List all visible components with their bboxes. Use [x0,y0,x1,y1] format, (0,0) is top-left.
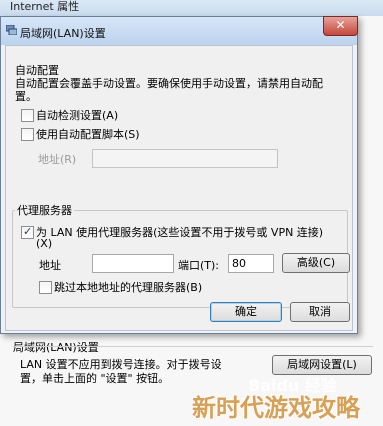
auto-config-description-line1: 自动配置会覆盖手动设置。要确保使用手动设置，请禁用自动配 [15,77,323,90]
lan-settings-dialog: 局域网(LAN)设置 ✕ 自动配置 自动配置会覆盖手动设置。要确保使用手动设置，… [0,16,358,334]
use-script-label[interactable]: 使用自动配置脚本(S) [36,126,140,142]
dialog-body: 自动配置 自动配置会覆盖手动设置。要确保使用手动设置，请禁用自动配 置。 自动检… [5,45,353,331]
use-proxy-label-line1[interactable]: 为 LAN 使用代理服务器(这些设置不用于拨号或 VPN 连接) [36,224,323,240]
bypass-local-checkbox[interactable] [39,281,52,294]
proxy-group-title: 代理服务器 [15,202,74,218]
dialog-title: 局域网(LAN)设置 [20,27,106,40]
use-proxy-checkbox[interactable] [21,225,34,239]
use-script-checkbox[interactable] [21,128,34,141]
use-proxy-label-line2[interactable]: (X) [36,237,52,250]
bypass-local-label[interactable]: 跳过本地地址的代理服务器(B) [54,279,202,295]
script-address-input[interactable] [92,149,278,168]
dialog-titlebar: 局域网(LAN)设置 ✕ [1,16,358,45]
promo-text: 新时代游戏攻略 [192,394,360,422]
cancel-button[interactable]: 取消 [290,302,350,322]
network-icon [6,25,17,35]
close-icon: ✕ [335,18,346,32]
proxy-port-input[interactable]: 80 [228,254,274,273]
lan-note-line2: 置，单击上面的 "设置" 按钮。 [20,372,170,385]
close-button[interactable]: ✕ [323,16,358,36]
lan-section-label: 局域网(LAN)设置 [13,341,99,354]
ok-button[interactable]: 确定 [210,302,282,322]
auto-detect-label[interactable]: 自动检测设置(A) [36,107,118,123]
proxy-address-label: 地址 [39,259,61,272]
proxy-address-input[interactable] [92,254,174,273]
proxy-port-label: 端口(T): [178,259,220,272]
parent-window-titlebar: Internet 属性 [0,0,383,17]
script-address-label: 地址(R) [38,153,77,166]
auto-config-description-line2: 置。 [15,90,37,103]
lan-section-divider [13,346,373,347]
parent-window-title: Internet 属性 [10,0,80,13]
proxy-port-value: 80 [232,257,246,270]
auto-detect-checkbox[interactable] [21,109,34,122]
advanced-button[interactable]: 高级(C) [282,253,350,273]
